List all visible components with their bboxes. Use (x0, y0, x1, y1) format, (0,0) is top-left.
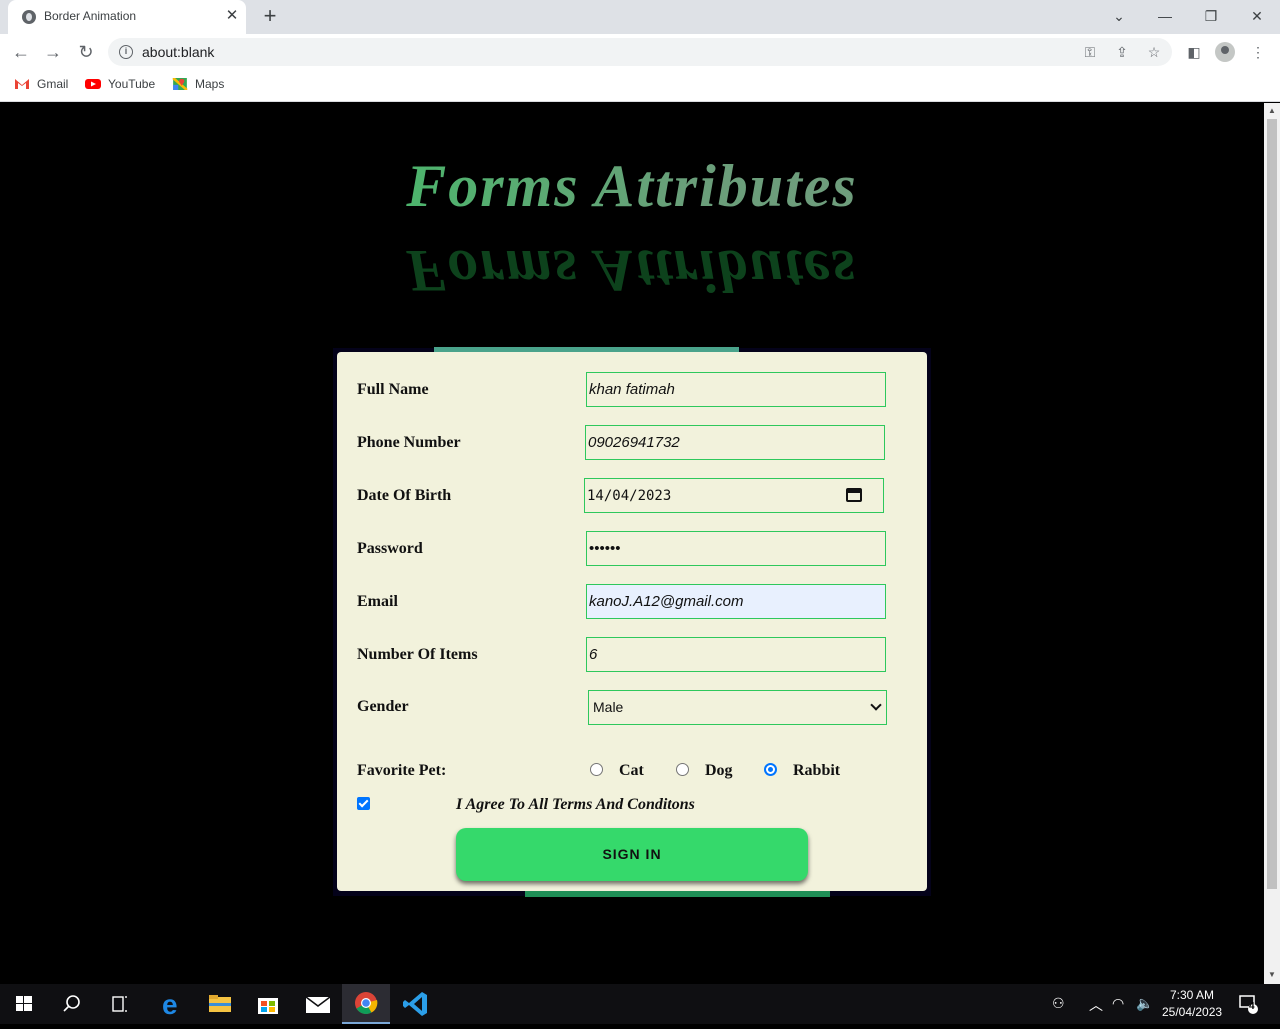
chrome-icon (355, 992, 378, 1014)
browser-tab[interactable]: Border Animation ✕ (8, 0, 246, 34)
edge-icon: e (162, 989, 178, 1020)
signin-form: Full Name Phone Number Date Of Birth Pas… (337, 352, 927, 891)
task-view-icon (112, 996, 127, 1012)
svg-text:e: e (162, 989, 178, 1020)
youtube-icon (85, 79, 101, 89)
password-label: Password (357, 540, 423, 557)
bookmark-label: YouTube (108, 77, 156, 91)
notification-count: 4 (1249, 1001, 1255, 1012)
key-icon[interactable]: ⚿ (1080, 43, 1100, 61)
full-name-label: Full Name (357, 381, 429, 398)
notification-center[interactable]: 4 (1239, 994, 1259, 1017)
taskbar-store[interactable] (244, 984, 292, 1024)
page-scrollbar[interactable]: ▲ ▼ (1264, 103, 1280, 984)
animated-border-bottom (525, 890, 830, 897)
items-label: Number Of Items (357, 646, 478, 663)
task-view-button[interactable] (96, 984, 144, 1024)
phone-input[interactable] (585, 425, 885, 460)
dob-label: Date Of Birth (357, 487, 452, 504)
wifi-icon[interactable]: ◠ (1112, 995, 1124, 1012)
bookmark-youtube[interactable]: YouTube (85, 77, 155, 95)
email-input[interactable] (586, 584, 886, 619)
chevron-down-icon (870, 699, 882, 711)
pet-radio-cat[interactable] (590, 763, 603, 776)
search-button[interactable] (48, 984, 96, 1024)
side-panel-icon[interactable]: ◧ (1183, 41, 1205, 63)
bookmark-maps[interactable]: Maps (172, 77, 224, 95)
taskbar-edge[interactable]: e (148, 984, 196, 1024)
close-window-button[interactable]: ✕ (1234, 4, 1280, 28)
tab-bar: Border Animation ✕ + ⌄ — ❐ ✕ (0, 0, 1280, 34)
agree-checkbox[interactable] (357, 797, 370, 810)
windows-icon (16, 996, 32, 1011)
pet-label-cat: Cat (619, 762, 644, 779)
volume-icon[interactable]: 🔈 (1136, 995, 1153, 1012)
scroll-up-icon[interactable]: ▲ (1267, 106, 1277, 116)
reload-button[interactable]: ↻ (73, 39, 99, 65)
email-label: Email (357, 593, 398, 610)
system-clock[interactable]: 7:30 AM 25/04/2023 (1162, 987, 1222, 1021)
start-button[interactable] (0, 984, 48, 1024)
tab-search-icon[interactable]: ⌄ (1096, 4, 1142, 28)
tray-chevron-up-icon[interactable]: ︿ (1089, 995, 1103, 1015)
taskbar-mail[interactable] (293, 984, 341, 1024)
maps-icon (172, 78, 188, 90)
people-icon[interactable]: ⚇ (1052, 995, 1065, 1012)
store-icon (258, 998, 278, 1014)
close-tab-icon[interactable]: ✕ (222, 6, 242, 26)
phone-label: Phone Number (357, 434, 461, 451)
full-name-input[interactable] (586, 372, 886, 407)
bookmark-label: Gmail (37, 77, 69, 91)
scroll-down-icon[interactable]: ▼ (1267, 970, 1277, 980)
gender-select[interactable]: Male (588, 690, 887, 725)
folder-icon (209, 995, 231, 1012)
bookmarks-bar: Gmail YouTube Maps (0, 70, 1280, 102)
password-input[interactable] (586, 531, 886, 566)
restore-button[interactable]: ❐ (1188, 4, 1234, 28)
signin-button[interactable]: SIGN IN (456, 828, 808, 881)
taskbar-chrome[interactable] (342, 984, 390, 1024)
number-of-items-input[interactable] (586, 637, 886, 672)
bookmark-star-icon[interactable]: ☆ (1144, 43, 1164, 61)
dob-input[interactable] (584, 478, 884, 513)
scrollbar-thumb[interactable] (1267, 119, 1277, 889)
forward-button[interactable]: → (40, 39, 66, 65)
new-tab-button[interactable]: + (258, 4, 282, 28)
page-title-reflection: Forms Attributes (406, 238, 858, 304)
gender-label: Gender (357, 698, 409, 715)
globe-icon (22, 10, 36, 24)
gmail-icon (15, 79, 29, 89)
clock-time: 7:30 AM (1169, 988, 1215, 1002)
tab-title: Border Animation (44, 9, 137, 23)
vscode-icon (403, 992, 427, 1016)
pet-label-dog: Dog (705, 762, 733, 779)
pet-radio-dog[interactable] (676, 763, 689, 776)
taskbar-file-explorer[interactable] (196, 984, 244, 1024)
calendar-icon[interactable] (846, 488, 862, 502)
bookmark-label: Maps (195, 77, 225, 91)
search-icon (63, 995, 80, 1012)
taskbar: e ⚇ ︿ ◠ 🔈 7:30 AM 25/04/2023 4 (0, 984, 1280, 1024)
pet-label-rabbit: Rabbit (793, 762, 841, 779)
browser-toolbar: ← → ↻ i about:blank ⚿ ⇪ ☆ ◧ ⋮ (0, 34, 1280, 70)
address-bar[interactable]: i about:blank ⚿ ⇪ ☆ (108, 38, 1172, 66)
pet-radio-rabbit[interactable] (764, 763, 777, 776)
taskbar-vscode[interactable] (392, 984, 440, 1024)
agree-terms-label: I Agree To All Terms And Conditons (456, 796, 695, 813)
minimize-button[interactable]: — (1142, 4, 1188, 28)
page-title: Forms Attributes (0, 152, 1264, 221)
bookmark-gmail[interactable]: Gmail (14, 77, 68, 95)
mail-icon (305, 996, 331, 1013)
profile-avatar[interactable] (1215, 42, 1235, 62)
info-icon[interactable]: i (119, 45, 133, 59)
share-icon[interactable]: ⇪ (1112, 43, 1132, 61)
url-text: about:blank (142, 44, 215, 60)
clock-date: 25/04/2023 (1162, 1005, 1223, 1019)
favorite-pet-label: Favorite Pet: (357, 762, 447, 779)
menu-dots-icon[interactable]: ⋮ (1247, 41, 1269, 63)
gender-selected-value: Male (593, 699, 624, 715)
back-button[interactable]: ← (8, 39, 34, 65)
